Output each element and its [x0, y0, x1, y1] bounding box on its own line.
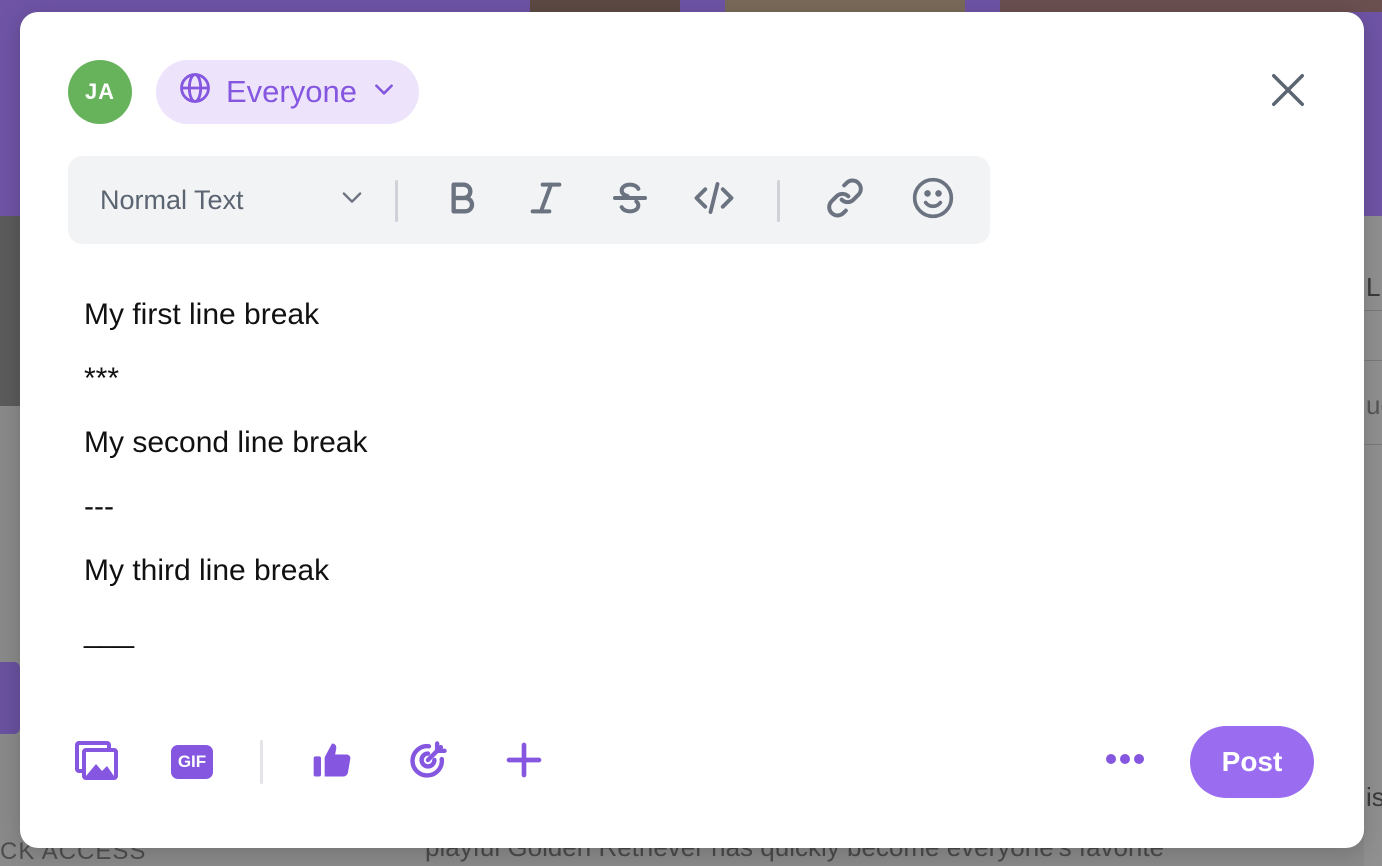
code-button[interactable]	[690, 176, 738, 224]
editor-line: ***	[84, 362, 120, 395]
goal-button[interactable]	[402, 736, 454, 788]
avatar: JA	[68, 60, 132, 124]
background-divider	[1364, 444, 1382, 445]
background-side-button	[0, 662, 20, 734]
italic-icon	[526, 178, 566, 223]
editor-line: My third line break	[84, 554, 330, 587]
bold-icon	[442, 178, 482, 223]
target-icon	[406, 738, 450, 787]
bold-button[interactable]	[438, 176, 486, 224]
editor-line: My first line break	[84, 298, 320, 331]
emoji-button[interactable]	[909, 176, 957, 224]
footer-divider	[260, 740, 263, 784]
link-icon	[825, 178, 865, 223]
strikethrough-icon	[610, 178, 650, 223]
gif-icon: GIF	[171, 745, 213, 779]
plus-icon	[504, 740, 544, 785]
background-right-text: L	[1366, 272, 1381, 302]
gif-label: GIF	[177, 752, 207, 771]
link-button[interactable]	[821, 176, 869, 224]
post-composer-modal: JA Everyone Normal Text My first line br…	[20, 12, 1364, 848]
more-button[interactable]	[1100, 736, 1150, 786]
close-button[interactable]	[1264, 68, 1312, 116]
add-gif-button[interactable]: GIF	[166, 736, 218, 788]
editor-line: ---	[84, 490, 114, 523]
toolbar-divider	[395, 180, 398, 222]
background-photo	[530, 0, 680, 12]
background-right-text: is	[1366, 782, 1382, 812]
background-right-panel	[1364, 216, 1382, 866]
formatting-toolbar: Normal Text	[68, 156, 990, 244]
text-style-value: Normal Text	[100, 184, 244, 215]
toolbar-divider	[777, 180, 780, 222]
background-right-text: ue	[1366, 390, 1382, 420]
chevron-down-icon	[338, 183, 366, 218]
background-photo	[725, 0, 965, 12]
thumbs-up-icon	[310, 738, 354, 787]
background-divider	[1364, 310, 1382, 311]
add-image-button[interactable]	[70, 736, 122, 788]
reaction-button[interactable]	[306, 736, 358, 788]
italic-button[interactable]	[522, 176, 570, 224]
emoji-icon	[911, 176, 955, 225]
image-gallery-icon	[74, 740, 118, 785]
background-photo	[1000, 0, 1382, 12]
more-dots-icon	[1105, 752, 1145, 770]
text-style-dropdown[interactable]: Normal Text	[100, 156, 366, 244]
chevron-down-icon	[371, 74, 397, 110]
globe-icon	[178, 71, 212, 113]
background-side-photo	[0, 216, 20, 406]
strikethrough-button[interactable]	[606, 176, 654, 224]
close-icon	[1269, 71, 1307, 114]
more-options-add-button[interactable]	[498, 736, 550, 788]
background-divider	[1364, 360, 1382, 361]
editor-line: ___	[84, 616, 135, 649]
editor-line: My second line break	[84, 426, 368, 459]
code-icon	[693, 177, 735, 224]
audience-selector[interactable]: Everyone	[156, 60, 419, 124]
audience-label: Everyone	[226, 74, 357, 109]
post-button[interactable]: Post	[1190, 726, 1314, 798]
